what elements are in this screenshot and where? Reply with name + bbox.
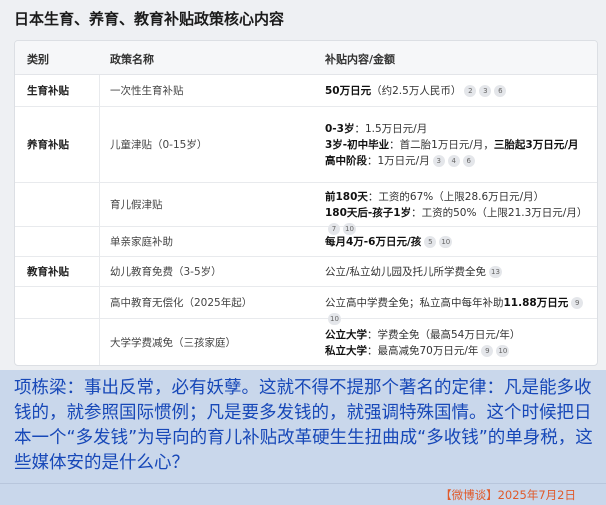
column-divider xyxy=(99,287,100,319)
citation-badge[interactable]: 13 xyxy=(489,266,502,278)
citation-badge[interactable]: 5 xyxy=(424,236,437,248)
row-policy: 一次性生育补贴 xyxy=(110,85,184,97)
content-line: 前180天：工资的67%（上限28.6万日元/月） xyxy=(325,189,597,205)
row-category: 养育补贴 xyxy=(27,139,69,151)
citation-badge[interactable]: 6 xyxy=(462,155,475,167)
page-title: 日本生育、养育、教育补贴政策核心内容 xyxy=(14,10,285,28)
row-content: 公立大学：学费全免（最高54万日元/年） 私立大学：最高减免70万日元/年 9 10 xyxy=(325,327,520,359)
citation-badge[interactable]: 3 xyxy=(479,85,492,97)
content-bold: 三胎起3万日元/月 xyxy=(493,139,579,151)
row-policy: 高中教育无偿化（2025年起） xyxy=(110,297,253,309)
content-bold: 3岁-初中毕业 xyxy=(325,139,390,151)
row-policy: 大学学费减免（三孩家庭） xyxy=(110,337,236,349)
content-text: ：首二胎1万日元/月， xyxy=(389,139,494,151)
content-bold: 每月4万-6万日元/孩 xyxy=(325,236,422,248)
table-row: 生育补贴 一次性生育补贴 50万日元（约2.5万人民币） 2 3 6 xyxy=(15,75,597,107)
header-content: 补贴内容/金额 xyxy=(325,53,396,66)
column-divider xyxy=(99,319,100,365)
content-text: ：1.5万日元/月 xyxy=(354,123,428,135)
header-category: 类别 xyxy=(27,53,49,66)
citation-badge[interactable]: 9 xyxy=(481,345,494,357)
content-bold: 私立大学 xyxy=(325,345,367,357)
content-bold: 50万日元 xyxy=(325,85,372,97)
table-header: 类别 政策名称 补贴内容/金额 xyxy=(15,41,597,75)
row-policy: 幼儿教育免费（3-5岁） xyxy=(110,266,222,278)
content-line: 0-3岁：1.5万日元/月 xyxy=(325,121,579,137)
table-row: 单亲家庭补助 每月4万-6万日元/孩 5 10 xyxy=(15,227,597,257)
source-label: 【微博谈】2025年7月2日 xyxy=(440,488,576,502)
content-line: 公立大学：学费全免（最高54万日元/年） xyxy=(325,327,520,343)
citation-badge[interactable]: 10 xyxy=(496,345,510,357)
content-bold: 公立大学 xyxy=(325,329,367,341)
citation-badge[interactable]: 9 xyxy=(571,297,584,309)
row-policy: 儿童津贴（0-15岁） xyxy=(110,139,208,151)
content-bold: 11.88万日元 xyxy=(503,297,569,309)
column-divider xyxy=(99,107,100,183)
table-row: 育儿假津贴 前180天：工资的67%（上限28.6万日元/月） 180天后-孩子1岁… xyxy=(15,183,597,235)
content-text: ：工资的50%（上限21.3万日元/月） xyxy=(411,207,588,219)
citation-badge[interactable]: 3 xyxy=(432,155,445,167)
content-text: 公立/私立幼儿园及托儿所学费全免 xyxy=(325,266,487,278)
content-line: 每月4万-6万日元/孩 5 10 xyxy=(325,234,453,250)
source-bar: 【微博谈】2025年7月2日 xyxy=(0,483,606,505)
header-policy: 政策名称 xyxy=(110,53,154,66)
content-line: 50万日元（约2.5万人民币） 2 3 6 xyxy=(325,83,507,99)
content-text: （约2.5万人民币） xyxy=(371,85,462,97)
content-bold: 0-3岁 xyxy=(325,123,355,135)
citation-badge[interactable]: 6 xyxy=(494,85,507,97)
row-category: 生育补贴 xyxy=(27,85,69,97)
column-divider xyxy=(99,75,100,107)
content-text: 公立高中学费全免；私立高中每年补助 xyxy=(325,297,504,309)
content-line: 公立/私立幼儿园及托儿所学费全免 13 xyxy=(325,264,502,280)
column-divider xyxy=(99,227,100,257)
table-row: 大学学费减免（三孩家庭） 公立大学：学费全免（最高54万日元/年） 私立大学：最高减… xyxy=(15,319,597,365)
column-divider xyxy=(99,183,100,227)
table-row: 教育补贴 幼儿教育免费（3-5岁） 公立/私立幼儿园及托儿所学费全免 13 xyxy=(15,257,597,287)
content-bold: 前180天 xyxy=(325,191,368,203)
citation-badge[interactable]: 2 xyxy=(464,85,477,97)
row-content: 50万日元（约2.5万人民币） 2 3 6 xyxy=(325,83,507,99)
content-line: 私立大学：最高减免70万日元/年 9 10 xyxy=(325,343,520,359)
citation-badge[interactable]: 4 xyxy=(447,155,460,167)
table-row: 养育补贴 儿童津贴（0-15岁） 0-3岁：1.5万日元/月 3岁-初中毕业：首二胎1… xyxy=(15,107,597,183)
row-content: 每月4万-6万日元/孩 5 10 xyxy=(325,234,453,250)
row-category: 教育补贴 xyxy=(27,266,69,278)
content-line: 高中阶段：1万日元/月 3 4 6 xyxy=(325,153,579,169)
row-policy: 育儿假津贴 xyxy=(110,199,163,211)
content-bold: 高中阶段 xyxy=(325,155,367,167)
caption-text: 项栋梁：事出反常，必有妖孽。这就不得不提那个著名的定律：凡是能多收钱的，就参照国… xyxy=(14,378,593,473)
content-text: ：最高减免70万日元/年 xyxy=(367,345,479,357)
table-row: 高中教育无偿化（2025年起） 公立高中学费全免；私立高中每年补助11.88万日元… xyxy=(15,287,597,325)
content-text: ：学费全免（最高54万日元/年） xyxy=(367,329,521,341)
caption-panel: 项栋梁：事出反常，必有妖孽。这就不得不提那个著名的定律：凡是能多收钱的，就参照国… xyxy=(0,370,606,483)
row-policy: 单亲家庭补助 xyxy=(110,236,173,248)
content-text: ：工资的67%（上限28.6万日元/月） xyxy=(367,191,545,203)
citation-badge[interactable]: 10 xyxy=(439,236,453,248)
content-line: 3岁-初中毕业：首二胎1万日元/月，三胎起3万日元/月 xyxy=(325,137,579,153)
row-content: 0-3岁：1.5万日元/月 3岁-初中毕业：首二胎1万日元/月，三胎起3万日元/月… xyxy=(325,121,579,169)
content-bold: 180天后-孩子1岁 xyxy=(325,207,412,219)
policy-table: 类别 政策名称 补贴内容/金额 生育补贴 一次性生育补贴 50万日元（约2.5万人民… xyxy=(14,40,598,366)
column-divider xyxy=(99,257,100,287)
row-content: 公立/私立幼儿园及托儿所学费全免 13 xyxy=(325,264,502,280)
content-text: ：1万日元/月 xyxy=(367,155,430,167)
